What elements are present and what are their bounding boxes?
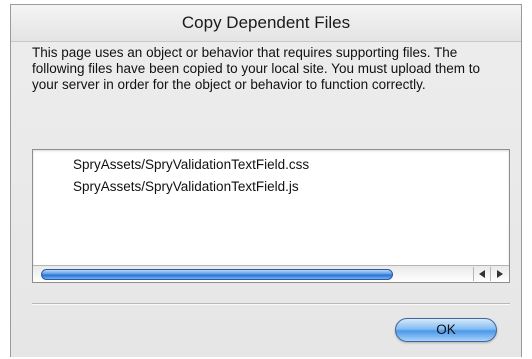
list-item[interactable]: SpryAssets/SpryValidationTextField.js xyxy=(73,179,299,194)
scrollbar-track[interactable] xyxy=(35,267,435,281)
arrow-left-icon xyxy=(479,270,485,278)
divider xyxy=(32,303,510,305)
horizontal-scrollbar[interactable] xyxy=(33,265,509,282)
dialog-message: This page uses an object or behavior tha… xyxy=(32,45,481,92)
ok-button[interactable]: OK xyxy=(395,318,497,342)
arrow-right-icon xyxy=(497,270,503,278)
scrollbar-arrows xyxy=(473,267,507,281)
dialog-title: Copy Dependent Files xyxy=(11,5,521,42)
scroll-left-button[interactable] xyxy=(473,267,490,281)
list-item[interactable]: SpryAssets/SpryValidationTextField.css xyxy=(73,157,309,172)
copy-dependent-files-dialog: Copy Dependent Files This page uses an o… xyxy=(10,4,522,357)
file-list[interactable]: SpryAssets/SpryValidationTextField.css S… xyxy=(32,149,510,283)
scroll-right-button[interactable] xyxy=(490,267,507,281)
scrollbar-thumb[interactable] xyxy=(41,269,393,280)
